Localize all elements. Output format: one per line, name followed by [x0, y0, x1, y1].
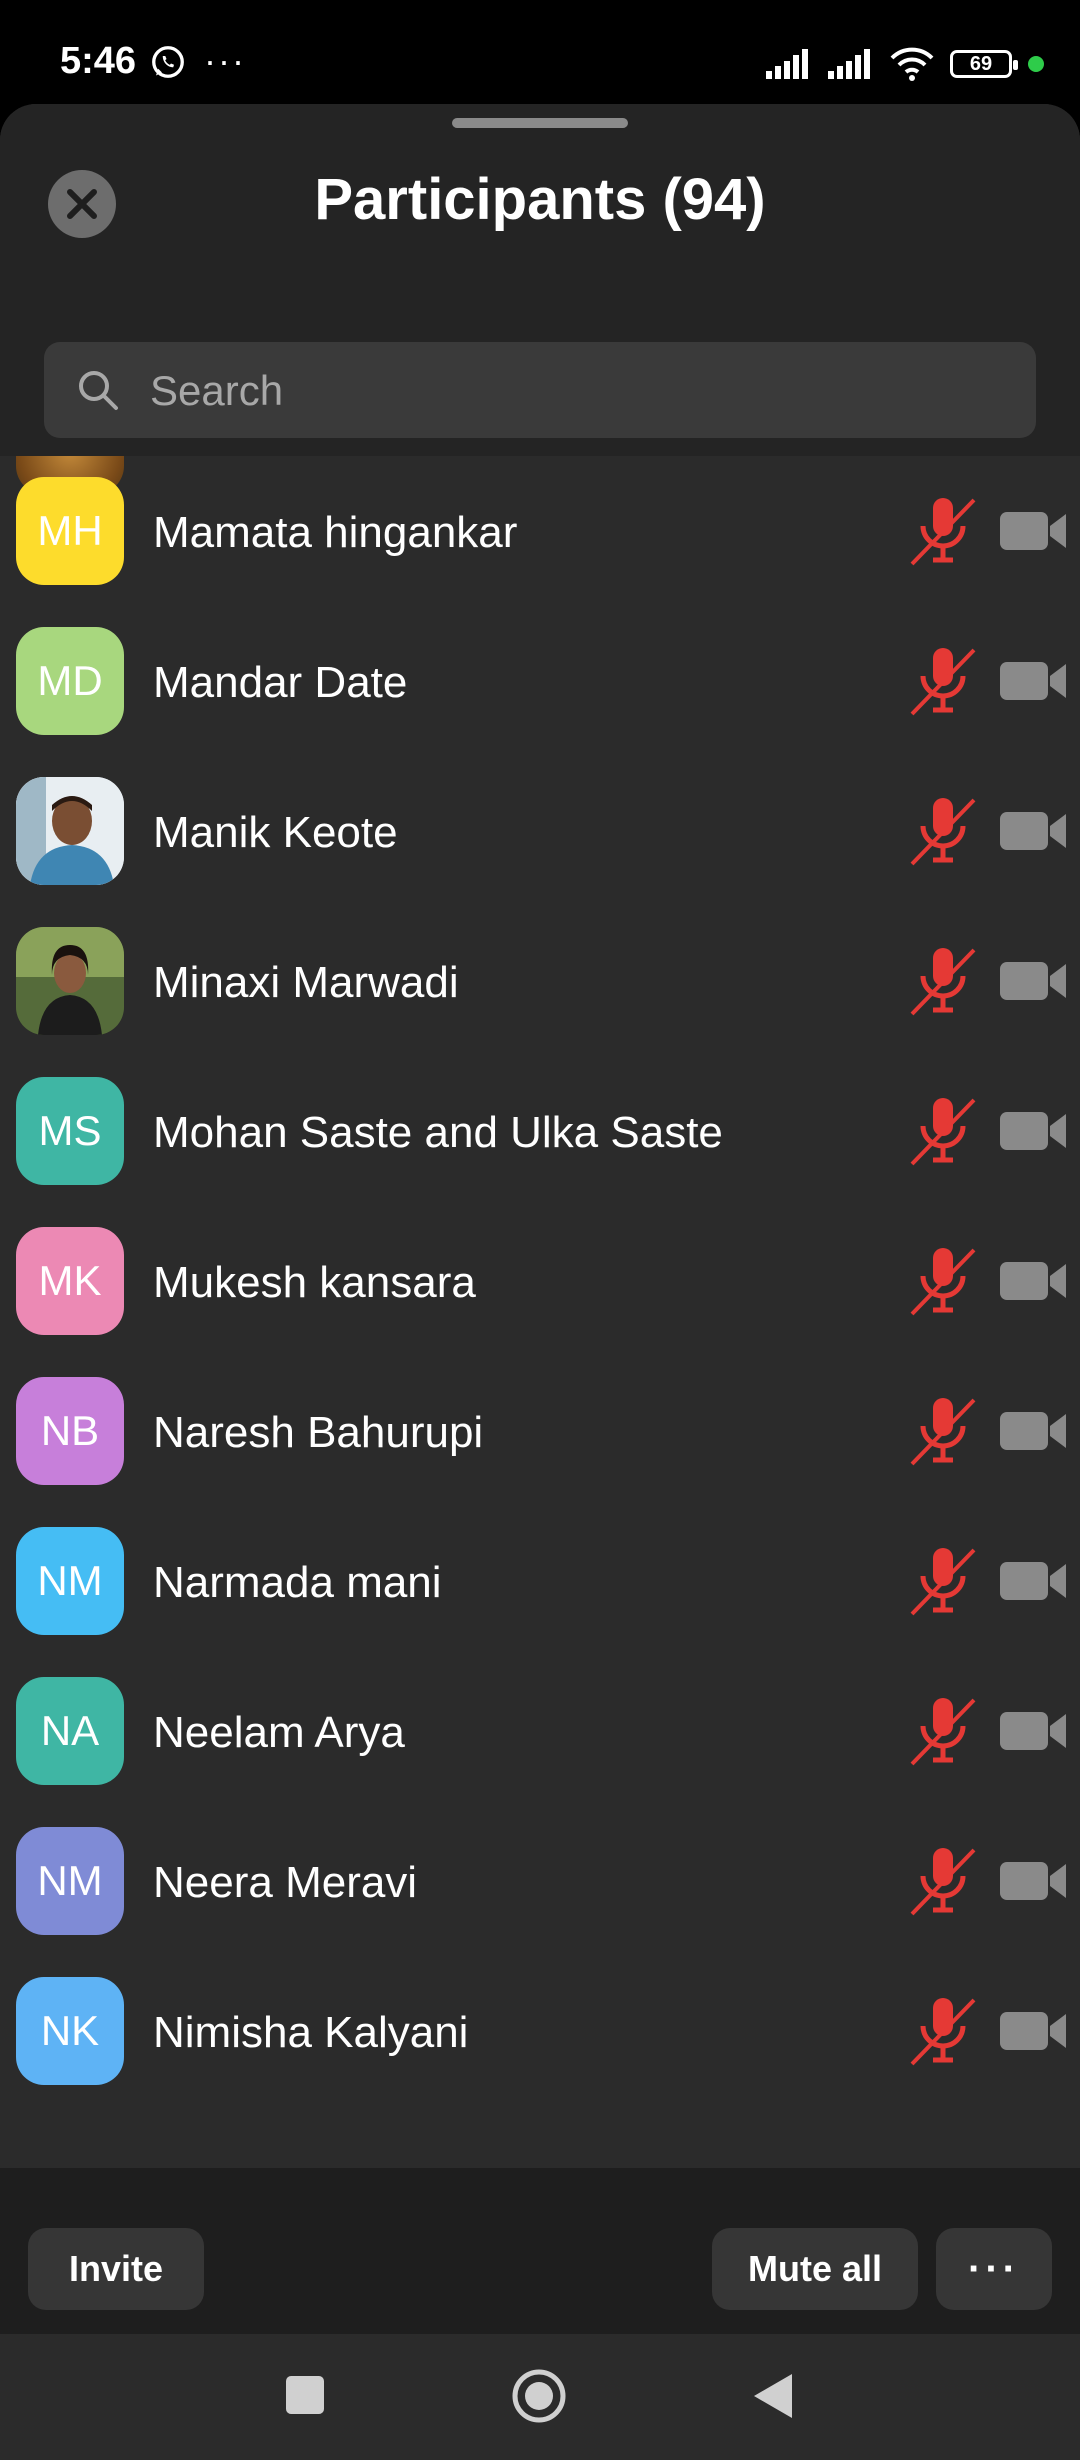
participant-name: Neelam Arya — [153, 1708, 405, 1757]
status-bar: 5:46 ··· 69 — [0, 0, 1080, 104]
video-off-icon[interactable] — [1000, 1554, 1068, 1608]
battery-icon: 69 — [950, 50, 1018, 78]
status-time: 5:46 — [60, 40, 137, 82]
search-icon — [79, 371, 118, 410]
video-off-icon[interactable] — [1000, 654, 1068, 708]
participant-row[interactable]: Manik Keote — [0, 756, 1080, 906]
more-options-button[interactable]: ··· — [936, 2228, 1052, 2310]
participants-sheet: Participants (94) MH Mamata hingankar MD… — [0, 104, 1080, 2334]
recents-icon[interactable] — [284, 2374, 326, 2416]
signal-icon-2 — [828, 49, 870, 79]
participant-name: Narmada mani — [153, 1558, 442, 1607]
video-off-icon[interactable] — [1000, 1854, 1068, 1908]
participant-row[interactable]: MD Mandar Date — [0, 606, 1080, 756]
avatar: MK — [16, 1227, 124, 1335]
privacy-indicator-dot — [1028, 56, 1044, 72]
avatar: NB — [16, 1377, 124, 1485]
video-off-icon[interactable] — [1000, 954, 1068, 1008]
avatar: NM — [16, 1527, 124, 1635]
person-photo-icon — [16, 927, 124, 1035]
home-icon[interactable] — [511, 2368, 567, 2424]
system-nav-bar — [0, 2334, 1080, 2460]
avatar: MS — [16, 1077, 124, 1185]
participant-list[interactable]: MH Mamata hingankar MD Mandar Date Manik… — [0, 456, 1080, 2266]
footer-actions: Invite Mute all ··· — [0, 2168, 1080, 2334]
participant-name: Mamata hingankar — [153, 508, 518, 557]
more-notifications-icon: ··· — [204, 40, 246, 81]
avatar: NA — [16, 1677, 124, 1785]
mic-muted-icon[interactable] — [908, 1692, 978, 1772]
avatar: NK — [16, 1977, 124, 2085]
participant-name: Mohan Saste and Ulka Saste — [153, 1108, 723, 1157]
participant-row[interactable]: MH Mamata hingankar — [0, 456, 1080, 606]
video-off-icon[interactable] — [1000, 804, 1068, 858]
avatar-photo — [16, 777, 124, 885]
avatar: MD — [16, 627, 124, 735]
video-off-icon[interactable] — [1000, 1254, 1068, 1308]
video-off-icon[interactable] — [1000, 2004, 1068, 2058]
avatar: MH — [16, 477, 124, 585]
mute-all-button[interactable]: Mute all — [712, 2228, 918, 2310]
participant-row[interactable]: MS Mohan Saste and Ulka Saste — [0, 1056, 1080, 1206]
participant-name: Minaxi Marwadi — [153, 958, 459, 1007]
participant-row[interactable]: NM Neera Meravi — [0, 1806, 1080, 1956]
search-input[interactable] — [148, 342, 1012, 440]
video-off-icon[interactable] — [1000, 1404, 1068, 1458]
participant-row[interactable]: NA Neelam Arya — [0, 1656, 1080, 1806]
mic-muted-icon[interactable] — [908, 1842, 978, 1922]
participant-name: Manik Keote — [153, 808, 398, 857]
wifi-icon — [890, 47, 934, 81]
video-off-icon[interactable] — [1000, 504, 1068, 558]
page-title: Participants (94) — [314, 167, 766, 232]
drag-handle[interactable] — [452, 118, 628, 128]
participant-row[interactable]: NB Naresh Bahurupi — [0, 1356, 1080, 1506]
participant-row[interactable]: Minaxi Marwadi — [0, 906, 1080, 1056]
person-photo-icon — [16, 777, 124, 885]
mic-muted-icon[interactable] — [908, 1542, 978, 1622]
mic-muted-icon[interactable] — [908, 642, 978, 722]
mic-muted-icon[interactable] — [908, 1992, 978, 2072]
participant-name: Nimisha Kalyani — [153, 2008, 469, 2057]
participant-row[interactable]: MK Mukesh kansara — [0, 1206, 1080, 1356]
participant-name: Naresh Bahurupi — [153, 1408, 484, 1457]
avatar-photo — [16, 927, 124, 1035]
sheet-header: Participants (94) — [0, 104, 1080, 456]
video-off-icon[interactable] — [1000, 1104, 1068, 1158]
signal-icon — [766, 49, 808, 79]
mic-muted-icon[interactable] — [908, 492, 978, 572]
avatar: NM — [16, 1827, 124, 1935]
mic-muted-icon[interactable] — [908, 792, 978, 872]
participant-row[interactable]: NK Nimisha Kalyani — [0, 1956, 1080, 2106]
participant-name: Mukesh kansara — [153, 1258, 476, 1307]
whatsapp-icon — [152, 46, 184, 78]
mic-muted-icon[interactable] — [908, 1392, 978, 1472]
mic-muted-icon[interactable] — [908, 1242, 978, 1322]
participant-row[interactable]: NM Narmada mani — [0, 1506, 1080, 1656]
mic-muted-icon[interactable] — [908, 942, 978, 1022]
invite-button[interactable]: Invite — [28, 2228, 204, 2310]
participant-name: Neera Meravi — [153, 1858, 418, 1907]
participant-name: Mandar Date — [153, 658, 408, 707]
search-bar[interactable] — [44, 342, 1036, 440]
mic-muted-icon[interactable] — [908, 1092, 978, 1172]
video-off-icon[interactable] — [1000, 1704, 1068, 1758]
back-icon[interactable] — [752, 2372, 794, 2420]
